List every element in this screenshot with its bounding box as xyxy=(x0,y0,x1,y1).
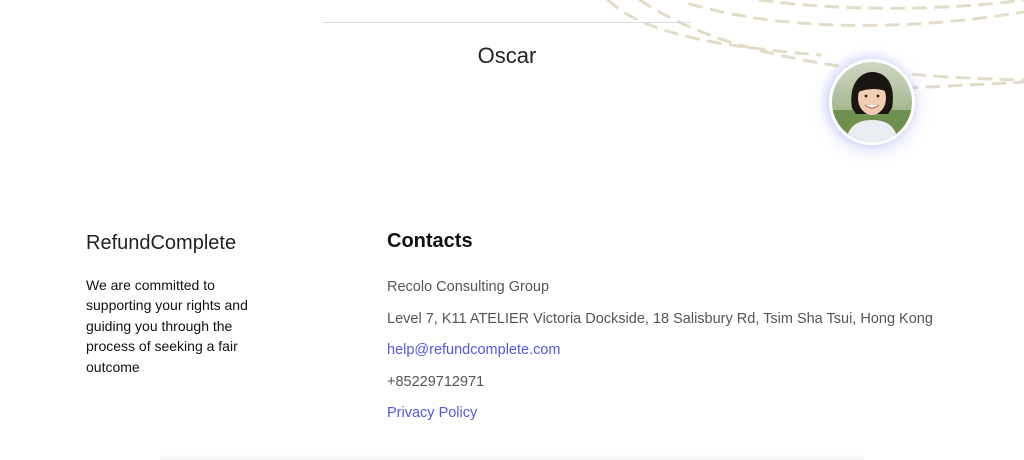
testimonial-author-name: Oscar xyxy=(477,43,537,68)
brand-name: RefundComplete xyxy=(86,232,237,254)
contact-address: Level 7, K11 ATELIER Victoria Dockside, … xyxy=(387,311,933,327)
top-divider xyxy=(323,22,691,23)
contact-email-item: help@refundcomplete.com xyxy=(387,342,561,358)
privacy-policy-item: Privacy Policy xyxy=(387,405,477,421)
contact-email-link[interactable]: help@refundcomplete.com xyxy=(387,342,561,358)
page: Oscar RefundComplete We are committed to… xyxy=(0,0,1024,460)
privacy-policy-link[interactable]: Privacy Policy xyxy=(387,405,477,421)
footer-contacts: Contacts Recolo Consulting Group Level 7… xyxy=(387,230,987,421)
contact-phone: +85229712971 xyxy=(387,374,485,390)
bottom-edge-shadow xyxy=(160,454,864,460)
contacts-heading: Contacts xyxy=(387,230,473,252)
testimonial-avatar xyxy=(829,59,915,145)
footer-brand: RefundComplete We are committed to suppo… xyxy=(86,232,286,377)
brand-tagline: We are committed to supporting your righ… xyxy=(86,277,248,375)
person-portrait-icon xyxy=(832,62,912,142)
contact-company: Recolo Consulting Group xyxy=(387,279,550,295)
